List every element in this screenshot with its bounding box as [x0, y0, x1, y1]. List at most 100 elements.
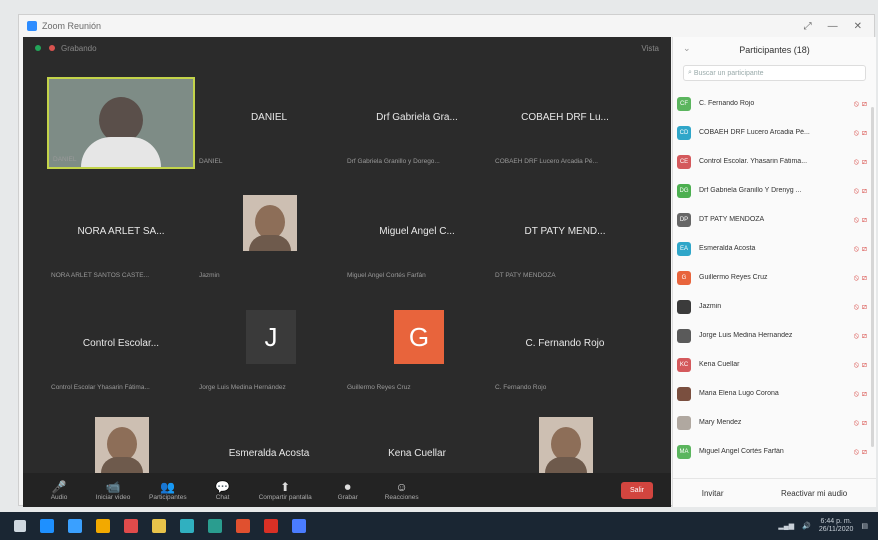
video-tile[interactable]: Jazmin: [195, 191, 343, 283]
toolbar-button[interactable]: 📹 Iniciar video: [95, 480, 131, 501]
tile-display-name: Drf Gabriela Gra...: [376, 112, 458, 123]
toolbar-label: Participantes: [149, 493, 187, 501]
participant-name: Kena Cuellar: [699, 361, 740, 368]
profile-photo-head: [551, 427, 581, 461]
participant-name: Control Escolar. Yhasarin Fátima...: [699, 158, 808, 165]
participant-row[interactable]: EA Esmeralda Acosta ⦸⧄: [673, 234, 876, 263]
video-tile[interactable]: Miguel Angel C... Miguel Angel Cortés Far…: [343, 191, 491, 283]
clock[interactable]: 6:44 p. m. 26/11/2020: [819, 518, 854, 534]
toolbar-label: Reacciones: [384, 493, 419, 501]
toolbar-button[interactable]: ⏺ Grabar: [330, 480, 366, 501]
tile-display-name: DANIEL: [250, 112, 288, 123]
muted-mic-video-off-icon: ⦸⧄: [853, 156, 870, 166]
taskbar-app-icon[interactable]: [124, 519, 138, 533]
panel-header: ⌄ Participantes (18): [673, 37, 876, 63]
tile-name-label: Guillermo Reyes Cruz: [347, 384, 411, 391]
tile-name-label: DT PATY MENDOZA: [495, 272, 556, 279]
close-icon[interactable]: ✕: [854, 21, 862, 32]
participant-name: Guillermo Reyes Cruz: [699, 274, 768, 281]
participant-name: Miguel Angel Cortés Farfán: [699, 448, 784, 455]
participant-avatar: CE: [677, 154, 691, 169]
participant-row[interactable]: DP DT PATY MENDOZA ⦸⧄: [673, 205, 876, 234]
participant-row[interactable]: DG Drf Gabriela Granillo Y Drenyg ... ⦸⧄: [673, 176, 876, 205]
title-bar: Zoom Reunión ⤢ — ✕: [19, 15, 874, 37]
video-tile[interactable]: NORA ARLET SA... NORA ARLET SANTOS CASTE.…: [47, 191, 195, 283]
taskbar-app-icon[interactable]: [264, 519, 278, 533]
video-tile[interactable]: Control Escolar... Control Escolar Yhasar…: [47, 303, 195, 395]
participant-row[interactable]: Mary Mendez ⦸⧄: [673, 408, 876, 437]
participant-row[interactable]: Jorge Luis Medina Hernandez ⦸⧄: [673, 321, 876, 350]
participant-name: Drf Gabriela Granillo Y Drenyg ...: [699, 187, 802, 194]
tile-name-label: Control Escolar Yhasarin Fátima...: [51, 384, 150, 391]
notifications-icon[interactable]: ▤: [861, 522, 868, 530]
video-tile[interactable]: DANIEL: [47, 77, 195, 169]
tile-name-label: NORA ARLET SANTOS CASTE...: [51, 272, 150, 279]
participant-scrollbar[interactable]: [871, 107, 874, 447]
leave-button[interactable]: Salir: [620, 481, 653, 499]
network-icon[interactable]: ▂▄▆: [778, 522, 794, 530]
start-icon[interactable]: [14, 520, 26, 532]
participant-row[interactable]: CF C. Fernando Rojo ⦸⧄: [673, 89, 876, 118]
taskbar-app-icon[interactable]: [68, 519, 82, 533]
participant-row[interactable]: MA Miguel Angel Cortés Farfán ⦸⧄: [673, 437, 876, 466]
taskbar-app-icon[interactable]: [96, 519, 110, 533]
view-button[interactable]: Vista: [641, 44, 659, 53]
profile-photo-body: [101, 457, 143, 473]
invite-button[interactable]: Invitar: [702, 489, 724, 498]
panel-title: Participantes (18): [739, 45, 810, 55]
tile-display-name: DT PATY MEND...: [524, 226, 606, 237]
video-tile[interactable]: Drf Gabriela Gra... Drf Gabriela Granillo…: [343, 77, 491, 169]
tile-name-label: DANIEL: [199, 158, 223, 165]
participant-list: CF C. Fernando Rojo ⦸⧄ CD COBAEH DRF Lucero …: [673, 89, 876, 466]
video-tile[interactable]: COBAEH DRF Lu... COBAEH DRF Lucero Arcadi…: [491, 77, 639, 169]
participant-avatar: DP: [677, 212, 691, 227]
video-tile[interactable]: C. Fernando Rojo C. Fernando Rojo: [491, 303, 639, 395]
meeting-stage: Grabando Vista DANIEL DANIEL DANIEL Drf Gab…: [23, 37, 671, 507]
video-feed-body: [81, 137, 161, 167]
taskbar-app-icon[interactable]: [180, 519, 194, 533]
video-tile[interactable]: DT PATY MEND... DT PATY MENDOZA: [491, 191, 639, 283]
taskbar-app-icon[interactable]: [236, 519, 250, 533]
participant-row[interactable]: Jazmin ⦸⧄: [673, 292, 876, 321]
toolbar-button[interactable]: ⬆ Compartir pantalla: [259, 480, 312, 501]
maximize-icon[interactable]: ⤢: [804, 21, 812, 32]
volume-icon[interactable]: 🔊: [802, 522, 811, 530]
toolbar-icon: ⬆: [280, 479, 291, 494]
video-tile[interactable]: G Guillermo Reyes Cruz: [343, 303, 491, 395]
participant-avatar: [677, 386, 691, 401]
participant-row[interactable]: KC Kena Cuellar ⦸⧄: [673, 350, 876, 379]
panel-footer: Invitar Reactivar mi audio: [673, 478, 876, 507]
video-tile[interactable]: J Jorge Luis Medina Hernández: [195, 303, 343, 395]
muted-mic-video-off-icon: ⦸⧄: [853, 417, 870, 427]
muted-mic-video-off-icon: ⦸⧄: [853, 185, 870, 195]
toolbar-button[interactable]: ☺ Reacciones: [384, 480, 420, 501]
participant-row[interactable]: G Guillermo Reyes Cruz ⦸⧄: [673, 263, 876, 292]
clock-date: 26/11/2020: [818, 526, 854, 533]
participant-row[interactable]: CE Control Escolar. Yhasarin Fátima... ⦸⧄: [673, 147, 876, 176]
taskbar-app-icon[interactable]: [152, 519, 166, 533]
window-title: Zoom Reunión: [42, 21, 102, 31]
taskbar-app-icon[interactable]: [208, 519, 222, 533]
toolbar-label: Grabar: [337, 493, 358, 501]
toolbar-button[interactable]: 💬 Chat: [205, 480, 241, 501]
participant-row[interactable]: Maria Elena Lugo Corona ⦸⧄: [673, 379, 876, 408]
tile-name-label: Drf Gabriela Granillo y Dorego...: [347, 158, 440, 165]
participant-name: COBAEH DRF Lucero Arcadia Pé...: [699, 129, 810, 136]
participant-avatar: KC: [677, 357, 691, 372]
participant-row[interactable]: CD COBAEH DRF Lucero Arcadia Pé... ⦸⧄: [673, 118, 876, 147]
toolbar-button[interactable]: 👥 Participantes: [149, 480, 187, 501]
participant-avatar: [677, 299, 691, 314]
taskbar-app-icon[interactable]: [40, 519, 54, 533]
video-tile[interactable]: DANIEL DANIEL: [195, 77, 343, 169]
tile-display-name: Kena Cuellar: [388, 448, 446, 459]
avatar-initial: J: [246, 310, 296, 364]
profile-photo-body: [545, 457, 587, 473]
taskbar-app-icon[interactable]: [292, 519, 306, 533]
minimize-icon[interactable]: —: [828, 21, 838, 32]
toolbar-button[interactable]: 🎤 Audio: [41, 480, 77, 501]
collapse-icon[interactable]: ⌄: [683, 43, 691, 54]
encryption-icon[interactable]: [35, 45, 41, 51]
participant-search-input[interactable]: ⌕ Buscar un participante: [683, 65, 866, 81]
tile-name-label: C. Fernando Rojo: [495, 384, 547, 391]
unmute-me-button[interactable]: Reactivar mi audio: [781, 489, 847, 498]
